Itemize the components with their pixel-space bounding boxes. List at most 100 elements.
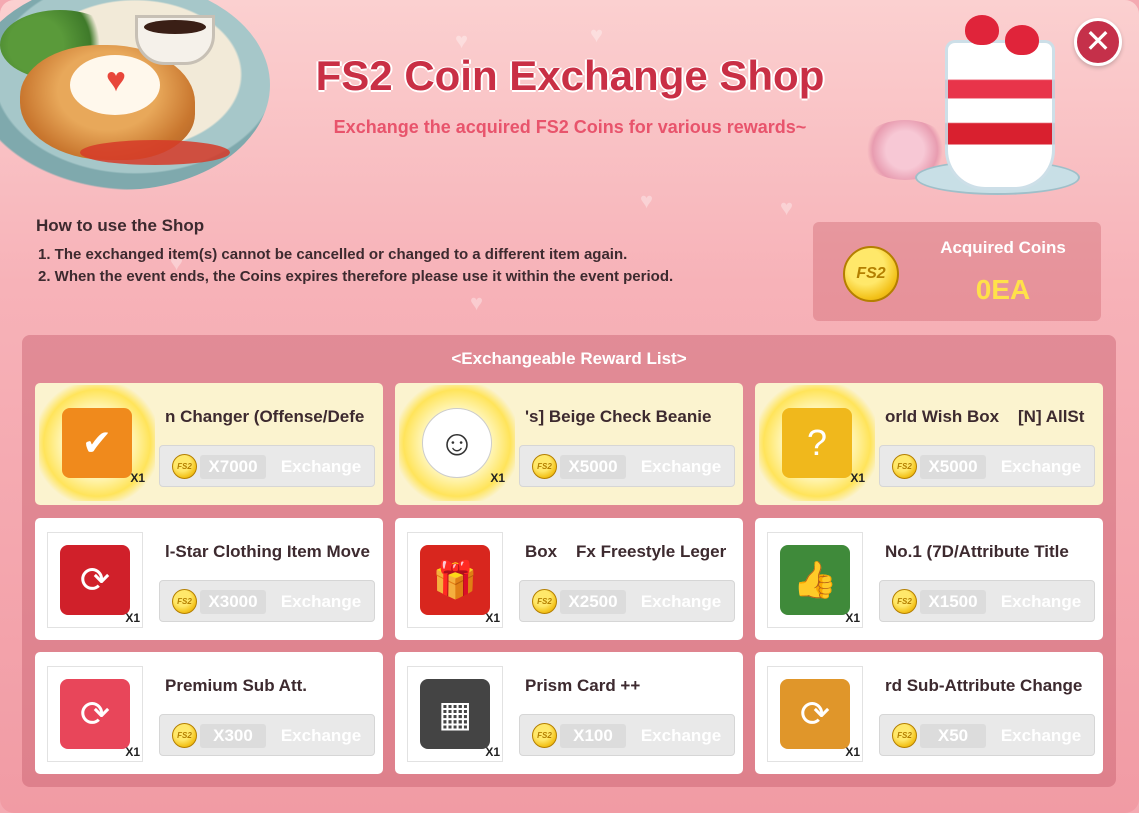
reward-card: 🎁 X1 Box Fx Freestyle Leger FS2 X2500 Exchang… bbox=[395, 518, 743, 640]
reward-quantity: X1 bbox=[850, 471, 865, 485]
exchange-button[interactable]: FS2 X50 Exchange bbox=[879, 714, 1095, 756]
reward-quantity: X1 bbox=[125, 611, 140, 625]
sauce-illustration bbox=[80, 140, 230, 165]
reward-quantity: X1 bbox=[490, 471, 505, 485]
reward-icon-frame: 🎁 X1 bbox=[407, 532, 503, 628]
exchange-button[interactable]: FS2 X2500 Exchange bbox=[519, 580, 735, 622]
clothing-move-icon: ⟳ bbox=[60, 545, 130, 615]
reward-price: X7000 bbox=[200, 455, 266, 479]
exchange-button[interactable]: FS2 X5000 Exchange bbox=[879, 445, 1095, 487]
page-title: FS2 Coin Exchange Shop bbox=[315, 52, 825, 99]
heart-decoration: ♥ bbox=[590, 22, 604, 47]
reward-icon-frame: ⟳ X1 bbox=[47, 532, 143, 628]
prism-card-icon: ▦ bbox=[420, 679, 490, 749]
exchange-button-label: Exchange bbox=[1000, 457, 1082, 476]
reward-icon-frame: ? X1 bbox=[759, 385, 875, 501]
freestyle-box-icon: 🎁 bbox=[420, 545, 490, 615]
exchange-button-label: Exchange bbox=[640, 592, 722, 611]
reward-card: ⟳ X1 Premium Sub Att. FS2 X300 Exchange bbox=[35, 652, 383, 774]
reward-card: ▦ X1 Prism Card ++ FS2 X100 Exchange bbox=[395, 652, 743, 774]
coin-icon: FS2 bbox=[532, 723, 557, 748]
exchange-button-label: Exchange bbox=[1000, 726, 1082, 745]
thumbs-up-title-icon: 👍 bbox=[780, 545, 850, 615]
reward-price: X1500 bbox=[920, 590, 986, 614]
exchange-button[interactable]: FS2 X7000 Exchange bbox=[159, 445, 375, 487]
exchange-shop-panel: ♥ ♥ ♥ ♥ ♥ ♥ ♥ ✕ FS2 Coin Exchange Shop E… bbox=[0, 0, 1139, 813]
reward-icon-frame: ⟳ X1 bbox=[47, 666, 143, 762]
coin-icon: FS2 bbox=[892, 454, 917, 479]
reward-name: Box Fx Freestyle Leger bbox=[525, 542, 727, 561]
coin-icon: FS2 bbox=[172, 589, 197, 614]
reward-price: X100 bbox=[560, 724, 626, 748]
coin-icon: FS2 bbox=[843, 246, 899, 302]
howto-title: How to use the Shop bbox=[36, 216, 205, 235]
reward-name: n Changer (Offense/Defe bbox=[165, 407, 365, 426]
reward-name: orld Wish Box [N] AllSt bbox=[885, 407, 1085, 426]
reward-quantity: X1 bbox=[845, 611, 860, 625]
strawberry-illustration bbox=[1005, 25, 1039, 55]
skill-changer-card-icon: ✔ bbox=[62, 408, 132, 478]
reward-quantity: X1 bbox=[130, 471, 145, 485]
reward-name: Prism Card ++ bbox=[525, 676, 641, 695]
reward-quantity: X1 bbox=[485, 745, 500, 759]
coin-icon: FS2 bbox=[892, 589, 917, 614]
exchange-button-label: Exchange bbox=[280, 592, 362, 611]
reward-quantity: X1 bbox=[485, 611, 500, 625]
reward-card: ✔ X1 n Changer (Offense/Defe FS2 X7000 Exchan… bbox=[35, 383, 383, 505]
page-subtitle: Exchange the acquired FS2 Coins for vari… bbox=[333, 117, 807, 137]
sub-attribute-change-icon: ⟳ bbox=[780, 679, 850, 749]
exchange-button-label: Exchange bbox=[280, 726, 362, 745]
exchange-button-label: Exchange bbox=[640, 726, 722, 745]
reward-list-title: <Exchangeable Reward List> bbox=[451, 349, 687, 368]
reward-icon-frame: ⟳ X1 bbox=[767, 666, 863, 762]
exchange-button[interactable]: FS2 X3000 Exchange bbox=[159, 580, 375, 622]
acquired-coins-box: FS2 Acquired Coins 0EA bbox=[813, 222, 1101, 321]
reward-quantity: X1 bbox=[125, 745, 140, 759]
reward-name: 's] Beige Check Beanie bbox=[525, 407, 712, 426]
reward-card: ? X1 orld Wish Box [N] AllSt FS2 X5000 Exchan… bbox=[755, 383, 1103, 505]
parfait-illustration bbox=[945, 40, 1055, 190]
reward-list: <Exchangeable Reward List> ✔ X1 n Changer … bbox=[22, 335, 1116, 787]
coin-icon: FS2 bbox=[172, 723, 197, 748]
exchange-button[interactable]: FS2 X300 Exchange bbox=[159, 714, 375, 756]
howto-line: 2. When the event ends, the Coins expire… bbox=[38, 268, 674, 285]
coin-icon: FS2 bbox=[892, 723, 917, 748]
exchange-button[interactable]: FS2 X1500 Exchange bbox=[879, 580, 1095, 622]
exchange-button[interactable]: FS2 X5000 Exchange bbox=[519, 445, 735, 487]
heart-decoration: ♥ bbox=[640, 188, 654, 213]
heart-decoration: ♥ bbox=[455, 28, 469, 53]
reward-name: Premium Sub Att. bbox=[165, 676, 307, 695]
reward-icon-frame: ▦ X1 bbox=[407, 666, 503, 762]
reward-icon-frame: 👍 X1 bbox=[767, 532, 863, 628]
reward-card: ⟳ X1 rd Sub-Attribute Change FS2 X50 Exchange bbox=[755, 652, 1103, 774]
reward-icon-frame: ☺ X1 bbox=[399, 385, 515, 501]
reward-price: X300 bbox=[200, 724, 266, 748]
strawberry-illustration bbox=[965, 15, 999, 45]
reward-name: rd Sub-Attribute Change bbox=[885, 676, 1083, 695]
close-icon: ✕ bbox=[1084, 23, 1112, 59]
exchange-button-label: Exchange bbox=[280, 457, 362, 476]
reward-card: ⟳ X1 l-Star Clothing Item Move FS2 X3000 Exch… bbox=[35, 518, 383, 640]
reward-price: X5000 bbox=[560, 455, 626, 479]
exchange-button-label: Exchange bbox=[640, 457, 722, 476]
heart-decoration: ♥ bbox=[780, 195, 794, 220]
reward-card: ☺ X1 's] Beige Check Beanie FS2 X5000 Exchang… bbox=[395, 383, 743, 505]
heart-decoration: ♥ bbox=[470, 290, 484, 315]
acquired-coins-value: 0EA bbox=[975, 274, 1031, 305]
beanie-avatar-icon: ☺ bbox=[422, 408, 492, 478]
exchange-button-label: Exchange bbox=[1000, 592, 1082, 611]
coin-icon: FS2 bbox=[532, 454, 557, 479]
close-button[interactable]: ✕ bbox=[1074, 18, 1122, 66]
acquired-coins-label: Acquired Coins bbox=[940, 238, 1066, 257]
reward-icon-frame: ✔ X1 bbox=[39, 385, 155, 501]
exchange-button[interactable]: FS2 X100 Exchange bbox=[519, 714, 735, 756]
coffee-cup-illustration bbox=[135, 15, 215, 65]
reward-price: X2500 bbox=[560, 590, 626, 614]
coin-icon: FS2 bbox=[172, 454, 197, 479]
heart-yolk-icon: ♥ bbox=[105, 61, 127, 99]
reward-name: l-Star Clothing Item Move bbox=[165, 542, 370, 561]
sub-attribute-card-icon: ⟳ bbox=[60, 679, 130, 749]
reward-price: X50 bbox=[920, 724, 986, 748]
howto-line: 1. The exchanged item(s) cannot be cance… bbox=[38, 246, 628, 263]
reward-card: 👍 X1 No.1 (7D/Attribute Title FS2 X1500 Excha… bbox=[755, 518, 1103, 640]
